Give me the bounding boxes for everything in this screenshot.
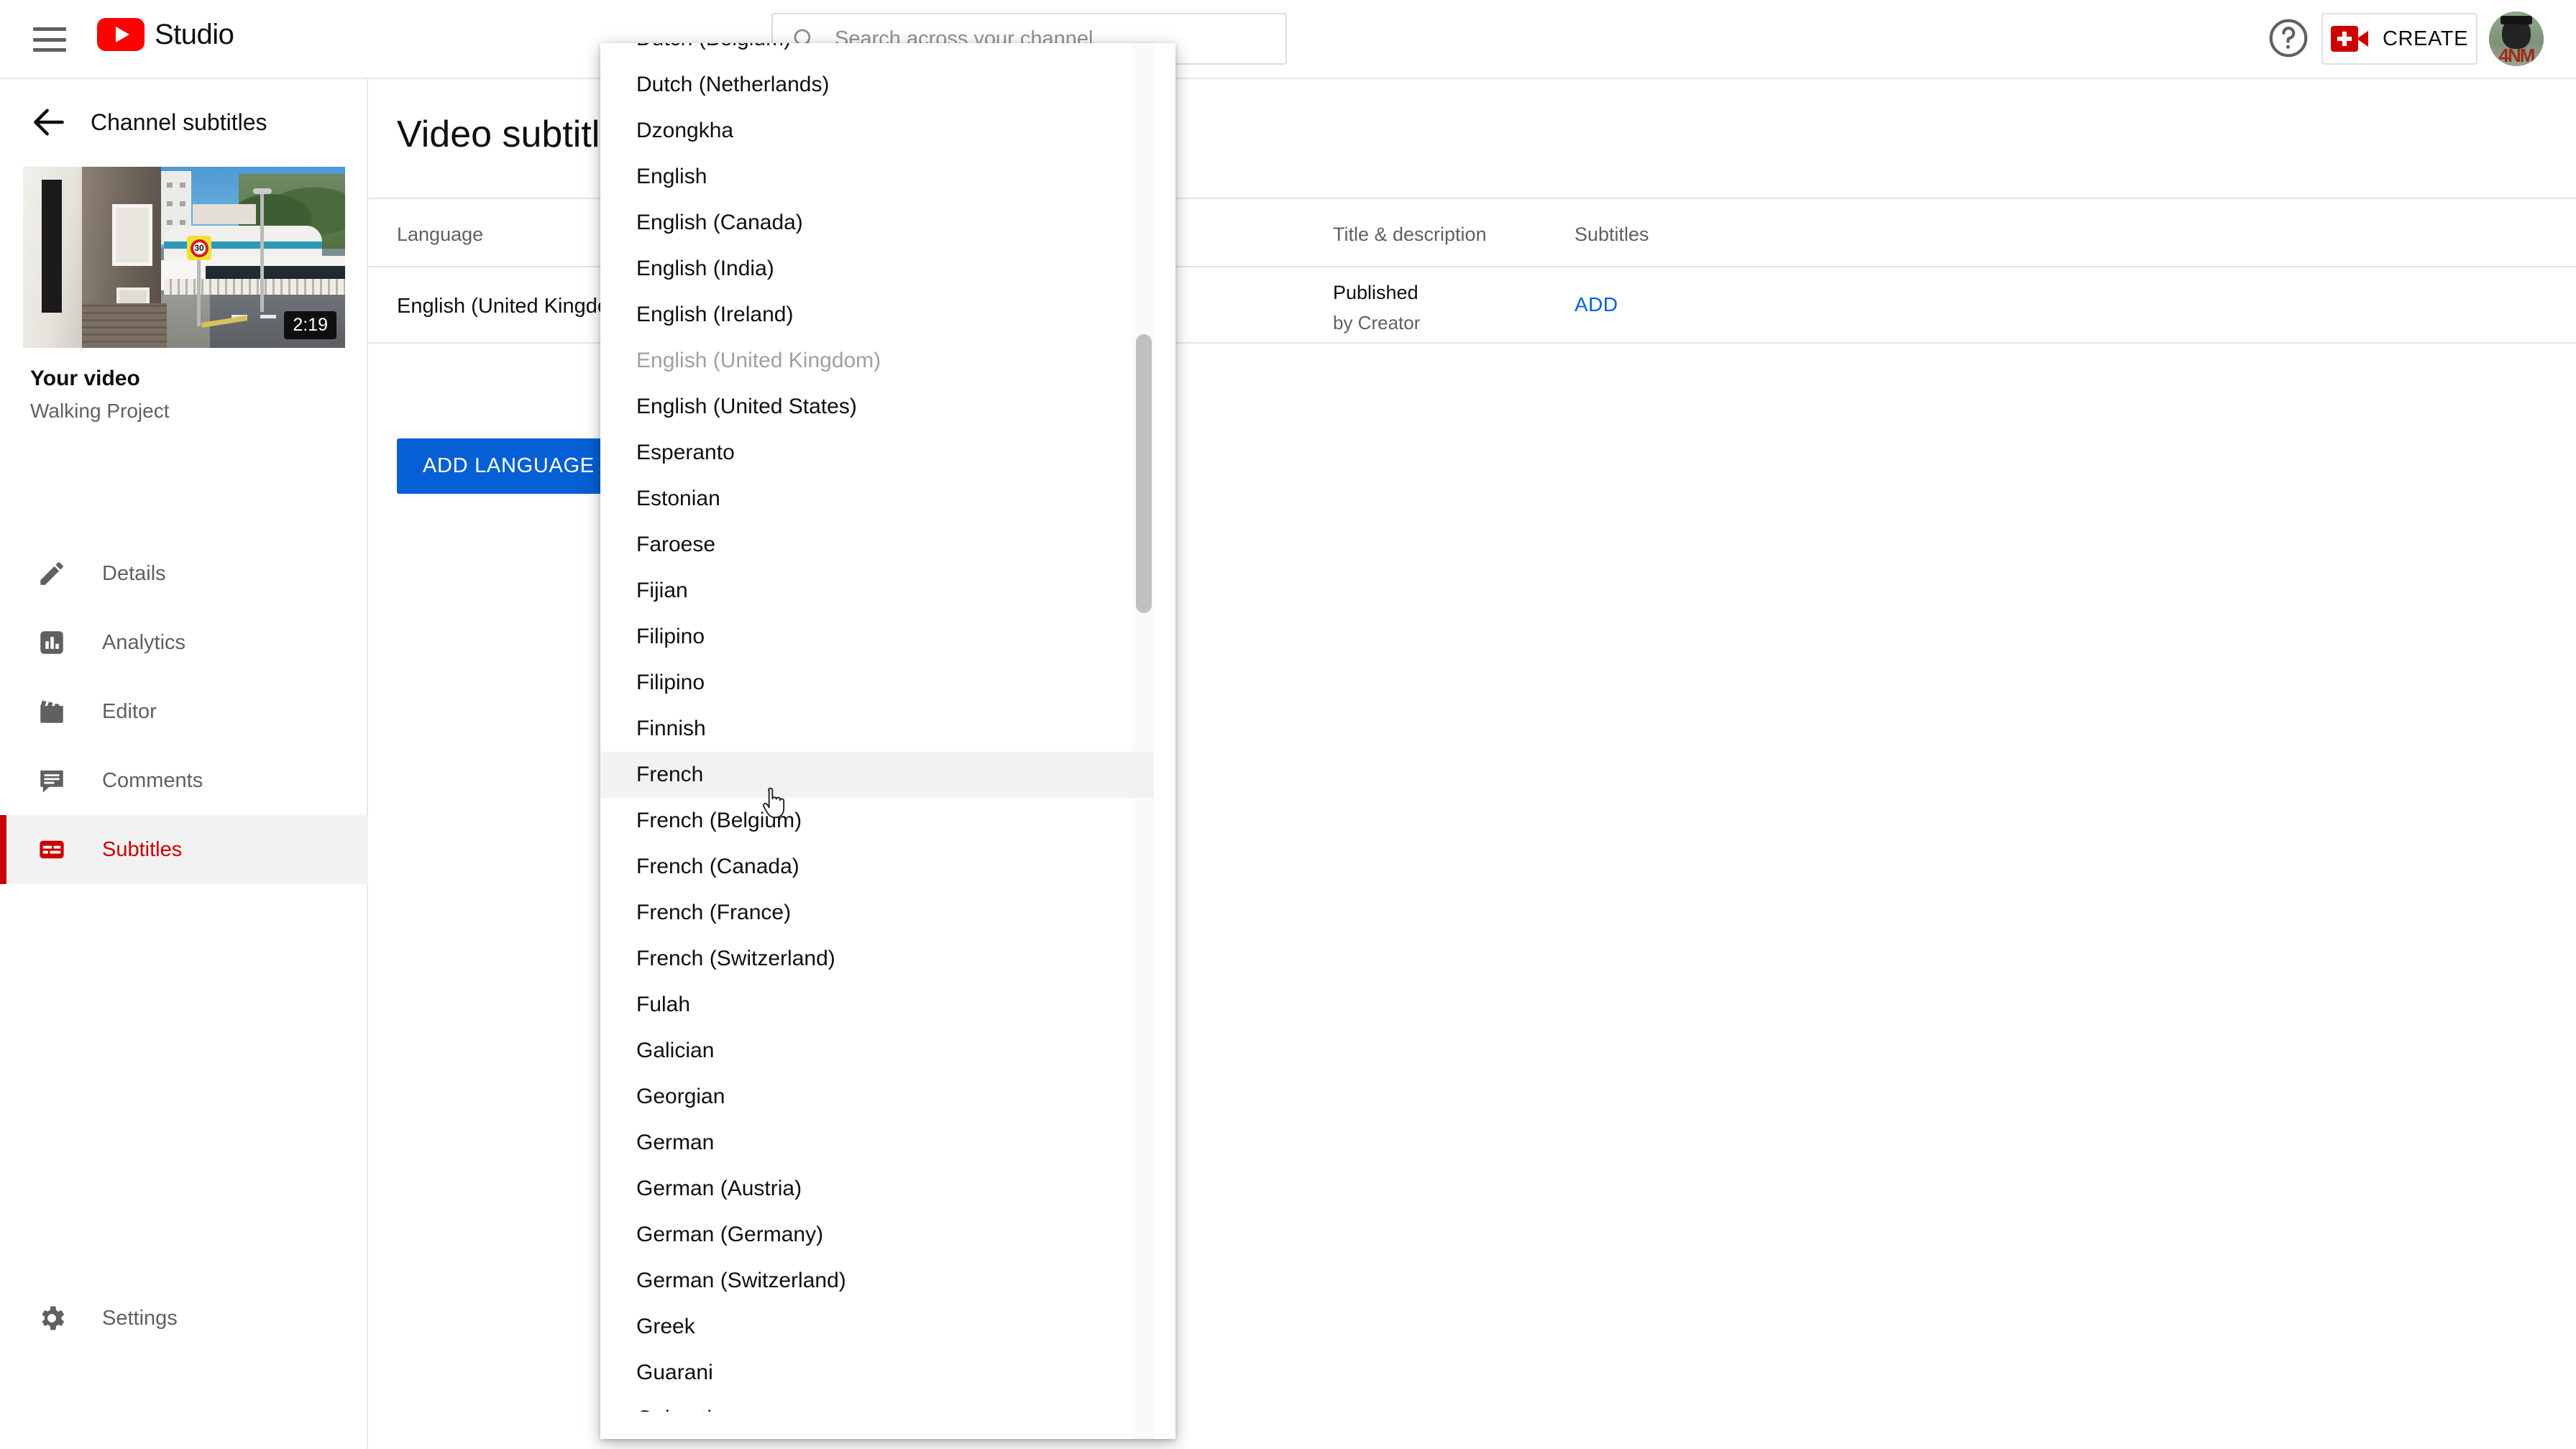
camera-body: [2330, 26, 2358, 52]
top-header-bar: Studio Search across your channel CREATE…: [0, 0, 2576, 79]
sidebar-item-label: Details: [102, 561, 166, 585]
dropdown-option[interactable]: English (United States): [600, 384, 1154, 430]
create-button[interactable]: CREATE: [2321, 13, 2478, 65]
video-thumbnail[interactable]: 30 2:19: [23, 167, 345, 348]
hamburger-menu-icon[interactable]: [33, 27, 66, 52]
video-camera-plus-icon: [2330, 26, 2368, 52]
dropdown-option[interactable]: English (Canada): [600, 200, 1154, 246]
speed-limit-sign-icon: 30: [187, 236, 211, 260]
dropdown-option[interactable]: Guarani: [600, 1350, 1154, 1396]
create-button-label: CREATE: [2382, 27, 2469, 50]
sidebar-item-analytics[interactable]: Analytics: [0, 608, 368, 677]
sidebar-item-editor[interactable]: Editor: [0, 677, 368, 746]
plus-glyph: [2337, 32, 2352, 46]
dropdown-right-gutter: [1154, 43, 1175, 1439]
sidebar-title: Channel subtitles: [91, 109, 267, 135]
dropdown-option[interactable]: Greek: [600, 1304, 1154, 1350]
youtube-studio-logo[interactable]: Studio: [97, 18, 234, 51]
dropdown-option[interactable]: French (France): [600, 890, 1154, 936]
dropdown-option[interactable]: Georgian: [600, 1074, 1154, 1120]
thumb-lamppost: [260, 190, 264, 312]
dropdown-option[interactable]: Faroese: [600, 522, 1154, 568]
add-language-button[interactable]: ADD LANGUAGE: [397, 438, 620, 494]
studio-wordmark: Studio: [155, 19, 234, 50]
dropdown-option[interactable]: Fulah: [600, 982, 1154, 1028]
subtitles-icon: [36, 834, 68, 865]
language-dropdown-menu: Dutch (Belgium)Dutch (Netherlands)Dzongk…: [600, 43, 1175, 1439]
help-icon[interactable]: [2266, 16, 2311, 60]
column-header-subtitles: Subtitles: [1575, 224, 1649, 245]
add-subtitles-link[interactable]: ADD: [1575, 293, 1618, 316]
thumb-window-upper: [112, 204, 152, 266]
dropdown-option[interactable]: Dutch (Belgium): [600, 43, 1154, 62]
youtube-play-icon: [97, 18, 145, 51]
sidebar-item-label: Analytics: [102, 630, 186, 654]
dropdown-option[interactable]: French (Belgium): [600, 798, 1154, 844]
dropdown-option[interactable]: French (Canada): [600, 844, 1154, 890]
thumb-fence: [164, 279, 345, 296]
sidebar-nav: Details Analytics Editor Comments Subtit…: [0, 539, 368, 884]
avatar[interactable]: 4NM: [2489, 12, 2544, 66]
bar-chart-icon: [36, 627, 68, 658]
column-header-language: Language: [397, 224, 484, 245]
thumb-doorway: [42, 180, 62, 313]
thumb-stone-base: [82, 303, 167, 348]
sidebar-item-label: Settings: [102, 1306, 178, 1330]
sidebar-item-details[interactable]: Details: [0, 539, 368, 608]
dropdown-option[interactable]: German: [600, 1120, 1154, 1166]
sidebar-item-comments[interactable]: Comments: [0, 746, 368, 815]
dropdown-option[interactable]: Filipino: [600, 660, 1154, 706]
avatar-initials: 4NM: [2498, 45, 2536, 66]
cell-publish-author: by Creator: [1333, 312, 1421, 334]
cell-language: English (United Kingdom): [397, 295, 633, 318]
dropdown-option[interactable]: French: [600, 752, 1154, 798]
dropdown-option[interactable]: Galician: [600, 1028, 1154, 1074]
dropdown-option[interactable]: Gujarati: [600, 1396, 1154, 1412]
dropdown-option[interactable]: Dzongkha: [600, 108, 1154, 154]
dropdown-scrollbar-thumb[interactable]: [1136, 334, 1152, 613]
hamburger-line: [33, 37, 66, 42]
play-triangle: [116, 27, 129, 42]
column-header-title-description: Title & description: [1333, 224, 1487, 245]
dropdown-option[interactable]: Dutch (Netherlands): [600, 62, 1154, 108]
comment-icon: [36, 765, 68, 796]
dropdown-option[interactable]: Finnish: [600, 706, 1154, 752]
dropdown-option[interactable]: English (India): [600, 246, 1154, 292]
sidebar-item-settings[interactable]: Settings: [0, 1284, 368, 1353]
avatar-hat: [2501, 16, 2532, 24]
left-sidebar: Channel subtitles 30 2:19 Your video Wal…: [0, 79, 368, 1449]
pencil-icon: [36, 558, 68, 589]
video-subtitle: Walking Project: [30, 400, 170, 422]
sidebar-item-label: Comments: [102, 768, 203, 792]
dropdown-option[interactable]: German (Austria): [600, 1166, 1154, 1212]
sidebar-header: Channel subtitles: [0, 101, 368, 144]
gear-icon: [36, 1302, 68, 1334]
camera-lens: [2356, 31, 2368, 47]
video-title: Your video: [30, 367, 140, 390]
thumb-lamp-head: [253, 188, 272, 194]
dropdown-option[interactable]: Estonian: [600, 476, 1154, 522]
dropdown-option[interactable]: English (Ireland): [600, 292, 1154, 338]
dropdown-option-list: Dutch (Belgium)Dutch (Netherlands)Dzongk…: [600, 43, 1154, 1412]
dropdown-option[interactable]: Fijian: [600, 568, 1154, 614]
hamburger-line: [33, 48, 66, 52]
hamburger-line: [33, 27, 66, 31]
cell-publish-status: Published: [1333, 282, 1418, 303]
back-arrow-icon[interactable]: [29, 102, 69, 142]
sidebar-item-label: Subtitles: [102, 837, 183, 861]
sidebar-item-subtitles[interactable]: Subtitles: [0, 815, 368, 884]
dropdown-option[interactable]: English: [600, 154, 1154, 200]
dropdown-option[interactable]: Filipino: [600, 614, 1154, 660]
dropdown-option[interactable]: German (Germany): [600, 1212, 1154, 1258]
dropdown-option: English (United Kingdom): [636, 349, 881, 372]
app-root: Studio Search across your channel CREATE…: [0, 0, 2576, 1449]
clapperboard-icon: [36, 696, 68, 727]
dropdown-option[interactable]: Esperanto: [600, 430, 1154, 476]
dropdown-option[interactable]: German (Switzerland): [600, 1258, 1154, 1304]
sidebar-item-label: Editor: [102, 699, 157, 723]
dropdown-option[interactable]: French (Switzerland): [600, 936, 1154, 982]
video-duration-badge: 2:19: [284, 311, 336, 339]
thumb-roofline: [193, 204, 256, 224]
